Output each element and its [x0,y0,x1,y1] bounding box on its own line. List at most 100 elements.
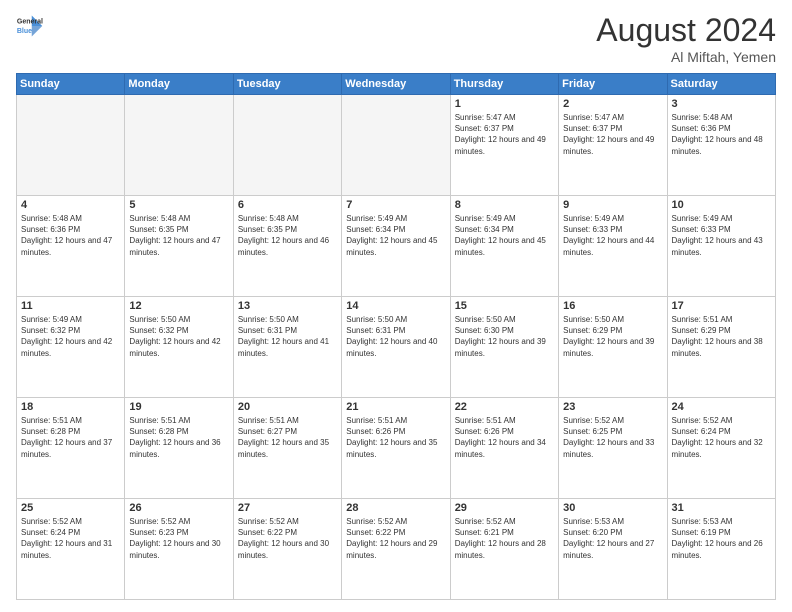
col-sunday: Sunday [17,74,125,95]
svg-text:Blue: Blue [17,28,32,35]
day-info: Sunrise: 5:49 AMSunset: 6:33 PMDaylight:… [672,213,771,258]
day-info: Sunrise: 5:50 AMSunset: 6:31 PMDaylight:… [346,314,445,359]
calendar-cell-w5-d5: 29 Sunrise: 5:52 AMSunset: 6:21 PMDayligh… [450,499,558,600]
day-info: Sunrise: 5:50 AMSunset: 6:29 PMDaylight:… [563,314,662,359]
day-number: 25 [21,502,120,514]
day-info: Sunrise: 5:48 AMSunset: 6:36 PMDaylight:… [21,213,120,258]
day-info: Sunrise: 5:48 AMSunset: 6:35 PMDaylight:… [129,213,228,258]
day-number: 11 [21,300,120,312]
day-number: 10 [672,199,771,211]
day-number: 22 [455,401,554,413]
day-info: Sunrise: 5:51 AMSunset: 6:26 PMDaylight:… [346,415,445,460]
day-info: Sunrise: 5:47 AMSunset: 6:37 PMDaylight:… [455,112,554,157]
calendar-cell-w3-d1: 11 Sunrise: 5:49 AMSunset: 6:32 PMDayligh… [17,297,125,398]
day-number: 13 [238,300,337,312]
day-number: 4 [21,199,120,211]
day-number: 7 [346,199,445,211]
calendar-cell-w5-d1: 25 Sunrise: 5:52 AMSunset: 6:24 PMDayligh… [17,499,125,600]
calendar-week-1: 1Sunrise: 5:47 AMSunset: 6:37 PMDaylight… [17,95,776,196]
day-info: Sunrise: 5:52 AMSunset: 6:21 PMDaylight:… [455,516,554,561]
calendar-cell-w4-d6: 23Sunrise: 5:52 AMSunset: 6:25 PMDayligh… [559,398,667,499]
col-friday: Friday [559,74,667,95]
calendar-cell-w2-d2: 5 Sunrise: 5:48 AMSunset: 6:35 PMDaylight… [125,196,233,297]
calendar-cell-w3-d3: 13Sunrise: 5:50 AMSunset: 6:31 PMDayligh… [233,297,341,398]
calendar-cell-w5-d4: 28 Sunrise: 5:52 AMSunset: 6:22 PMDayligh… [342,499,450,600]
day-info: Sunrise: 5:52 AMSunset: 6:24 PMDaylight:… [672,415,771,460]
day-info: Sunrise: 5:48 AMSunset: 6:36 PMDaylight:… [672,112,771,157]
calendar-cell-w4-d1: 18 Sunrise: 5:51 AMSunset: 6:28 PMDayligh… [17,398,125,499]
day-number: 6 [238,199,337,211]
day-info: Sunrise: 5:49 AMSunset: 6:34 PMDaylight:… [346,213,445,258]
day-number: 3 [672,98,771,110]
calendar-cell-w1-d2 [125,95,233,196]
day-info: Sunrise: 5:52 AMSunset: 6:24 PMDaylight:… [21,516,120,561]
calendar-cell-w4-d2: 19Sunrise: 5:51 AMSunset: 6:28 PMDayligh… [125,398,233,499]
calendar-table: Sunday Monday Tuesday Wednesday Thursday… [16,73,776,600]
day-info: Sunrise: 5:51 AMSunset: 6:28 PMDaylight:… [21,415,120,460]
day-info: Sunrise: 5:49 AMSunset: 6:32 PMDaylight:… [21,314,120,359]
calendar-cell-w4-d7: 24 Sunrise: 5:52 AMSunset: 6:24 PMDayligh… [667,398,775,499]
day-number: 23 [563,401,662,413]
calendar-cell-w2-d6: 9Sunrise: 5:49 AMSunset: 6:33 PMDaylight… [559,196,667,297]
calendar-cell-w3-d2: 12Sunrise: 5:50 AMSunset: 6:32 PMDayligh… [125,297,233,398]
day-number: 12 [129,300,228,312]
logo-icon: General Blue [16,12,44,40]
day-number: 26 [129,502,228,514]
col-thursday: Thursday [450,74,558,95]
svg-text:General: General [17,18,43,25]
day-info: Sunrise: 5:50 AMSunset: 6:30 PMDaylight:… [455,314,554,359]
calendar-cell-w1-d7: 3 Sunrise: 5:48 AMSunset: 6:36 PMDaylight… [667,95,775,196]
day-info: Sunrise: 5:53 AMSunset: 6:20 PMDaylight:… [563,516,662,561]
day-info: Sunrise: 5:51 AMSunset: 6:28 PMDaylight:… [129,415,228,460]
day-number: 16 [563,300,662,312]
calendar-cell-w4-d4: 21 Sunrise: 5:51 AMSunset: 6:26 PMDayligh… [342,398,450,499]
day-info: Sunrise: 5:49 AMSunset: 6:34 PMDaylight:… [455,213,554,258]
calendar-cell-w4-d5: 22 Sunrise: 5:51 AMSunset: 6:26 PMDayligh… [450,398,558,499]
calendar-cell-w5-d7: 31Sunrise: 5:53 AMSunset: 6:19 PMDayligh… [667,499,775,600]
calendar-week-4: 18 Sunrise: 5:51 AMSunset: 6:28 PMDayligh… [17,398,776,499]
calendar-cell-w5-d3: 27 Sunrise: 5:52 AMSunset: 6:22 PMDayligh… [233,499,341,600]
day-info: Sunrise: 5:51 AMSunset: 6:29 PMDaylight:… [672,314,771,359]
calendar-cell-w3-d5: 15Sunrise: 5:50 AMSunset: 6:30 PMDayligh… [450,297,558,398]
calendar-cell-w2-d3: 6Sunrise: 5:48 AMSunset: 6:35 PMDaylight… [233,196,341,297]
calendar-cell-w1-d3 [233,95,341,196]
calendar-cell-w3-d4: 14 Sunrise: 5:50 AMSunset: 6:31 PMDayligh… [342,297,450,398]
calendar-cell-w4-d3: 20Sunrise: 5:51 AMSunset: 6:27 PMDayligh… [233,398,341,499]
calendar-cell-w3-d7: 17 Sunrise: 5:51 AMSunset: 6:29 PMDayligh… [667,297,775,398]
calendar-cell-w1-d1 [17,95,125,196]
day-number: 28 [346,502,445,514]
day-number: 20 [238,401,337,413]
day-number: 21 [346,401,445,413]
day-number: 29 [455,502,554,514]
calendar-week-2: 4 Sunrise: 5:48 AMSunset: 6:36 PMDaylight… [17,196,776,297]
day-info: Sunrise: 5:47 AMSunset: 6:37 PMDaylight:… [563,112,662,157]
month-year: August 2024 [596,12,776,49]
calendar-cell-w3-d6: 16 Sunrise: 5:50 AMSunset: 6:29 PMDayligh… [559,297,667,398]
title-section: August 2024 Al Miftah, Yemen [596,12,776,65]
calendar-cell-w1-d6: 2Sunrise: 5:47 AMSunset: 6:37 PMDaylight… [559,95,667,196]
calendar-cell-w1-d5: 1Sunrise: 5:47 AMSunset: 6:37 PMDaylight… [450,95,558,196]
location: Al Miftah, Yemen [596,49,776,65]
calendar-cell-w2-d4: 7 Sunrise: 5:49 AMSunset: 6:34 PMDaylight… [342,196,450,297]
calendar-cell-w1-d4 [342,95,450,196]
calendar-cell-w5-d2: 26Sunrise: 5:52 AMSunset: 6:23 PMDayligh… [125,499,233,600]
day-info: Sunrise: 5:52 AMSunset: 6:22 PMDaylight:… [346,516,445,561]
calendar-week-5: 25 Sunrise: 5:52 AMSunset: 6:24 PMDayligh… [17,499,776,600]
col-tuesday: Tuesday [233,74,341,95]
day-info: Sunrise: 5:52 AMSunset: 6:22 PMDaylight:… [238,516,337,561]
day-number: 24 [672,401,771,413]
day-number: 31 [672,502,771,514]
col-saturday: Saturday [667,74,775,95]
day-info: Sunrise: 5:51 AMSunset: 6:26 PMDaylight:… [455,415,554,460]
calendar-week-3: 11 Sunrise: 5:49 AMSunset: 6:32 PMDayligh… [17,297,776,398]
calendar-cell-w2-d1: 4 Sunrise: 5:48 AMSunset: 6:36 PMDaylight… [17,196,125,297]
col-monday: Monday [125,74,233,95]
day-number: 8 [455,199,554,211]
calendar-cell-w5-d6: 30Sunrise: 5:53 AMSunset: 6:20 PMDayligh… [559,499,667,600]
day-number: 17 [672,300,771,312]
header: General Blue August 2024 Al Miftah, Yeme… [16,12,776,65]
day-number: 5 [129,199,228,211]
day-number: 18 [21,401,120,413]
day-number: 14 [346,300,445,312]
day-number: 27 [238,502,337,514]
